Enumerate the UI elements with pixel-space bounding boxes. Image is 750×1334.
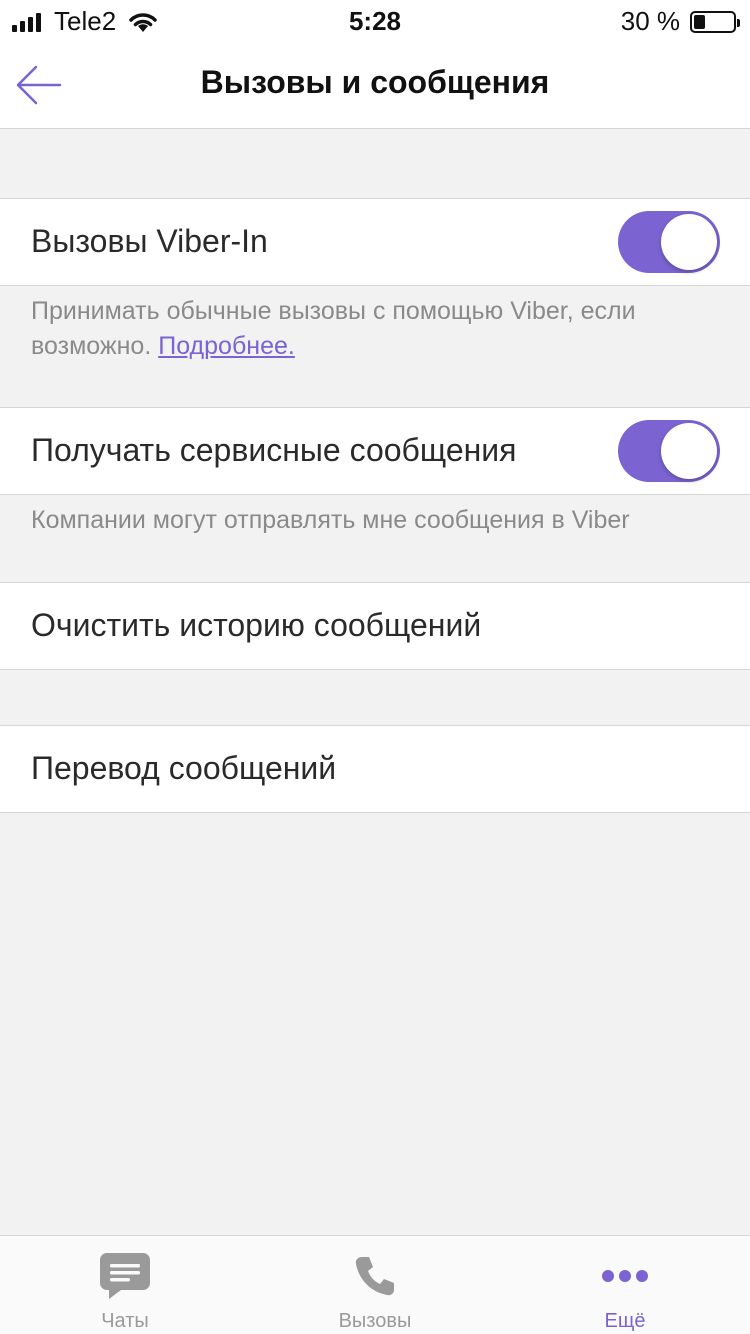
toggle-knob [661, 423, 717, 479]
screen: Tele2 5:28 30 % Вызовы и сообщения Вызов… [0, 0, 750, 1334]
viber-in-description: Принимать обычные вызовы с помощью Viber… [31, 294, 721, 364]
navigation-bar: Вызовы и сообщения [0, 40, 750, 129]
clear-history-row[interactable]: Очистить историю сообщений [0, 582, 750, 670]
status-bar: Tele2 5:28 30 % [0, 0, 750, 40]
status-right: 30 % [620, 6, 740, 37]
tab-chats[interactable]: Чаты [0, 1236, 250, 1334]
service-messages-toggle[interactable] [618, 420, 720, 482]
battery-level [694, 14, 705, 29]
viber-in-toggle[interactable] [618, 211, 720, 273]
phone-icon [250, 1250, 500, 1302]
viber-in-description-text: Принимать обычные вызовы с помощью Viber… [31, 297, 636, 360]
battery-icon [690, 10, 740, 33]
tab-calls-label: Вызовы [338, 1310, 412, 1332]
battery-percentage: 30 % [620, 6, 680, 36]
tab-more-label: Ещё [604, 1310, 646, 1332]
battery-tip [737, 18, 740, 27]
more-dots-icon [500, 1250, 750, 1302]
page-title: Вызовы и сообщения [200, 64, 550, 100]
service-messages-description: Компании могут отправлять мне сообщения … [31, 506, 630, 534]
tab-chats-label: Чаты [101, 1310, 149, 1332]
clear-history-label: Очистить историю сообщений [31, 607, 482, 643]
toggle-knob [661, 214, 717, 270]
chat-bubble-icon [0, 1250, 250, 1302]
translation-label: Перевод сообщений [31, 750, 337, 786]
service-messages-label: Получать сервисные сообщения [31, 432, 517, 468]
translation-row[interactable]: Перевод сообщений [0, 725, 750, 813]
service-messages-row: Получать сервисные сообщения [0, 407, 750, 495]
tab-bar: Чаты Вызовы Ещё [0, 1235, 750, 1334]
learn-more-link[interactable]: Подробнее. [158, 332, 295, 360]
tab-more[interactable]: Ещё [500, 1236, 750, 1334]
tab-calls[interactable]: Вызовы [250, 1236, 500, 1334]
viber-in-label: Вызовы Viber-In [31, 223, 268, 259]
viber-in-row: Вызовы Viber-In [0, 198, 750, 286]
